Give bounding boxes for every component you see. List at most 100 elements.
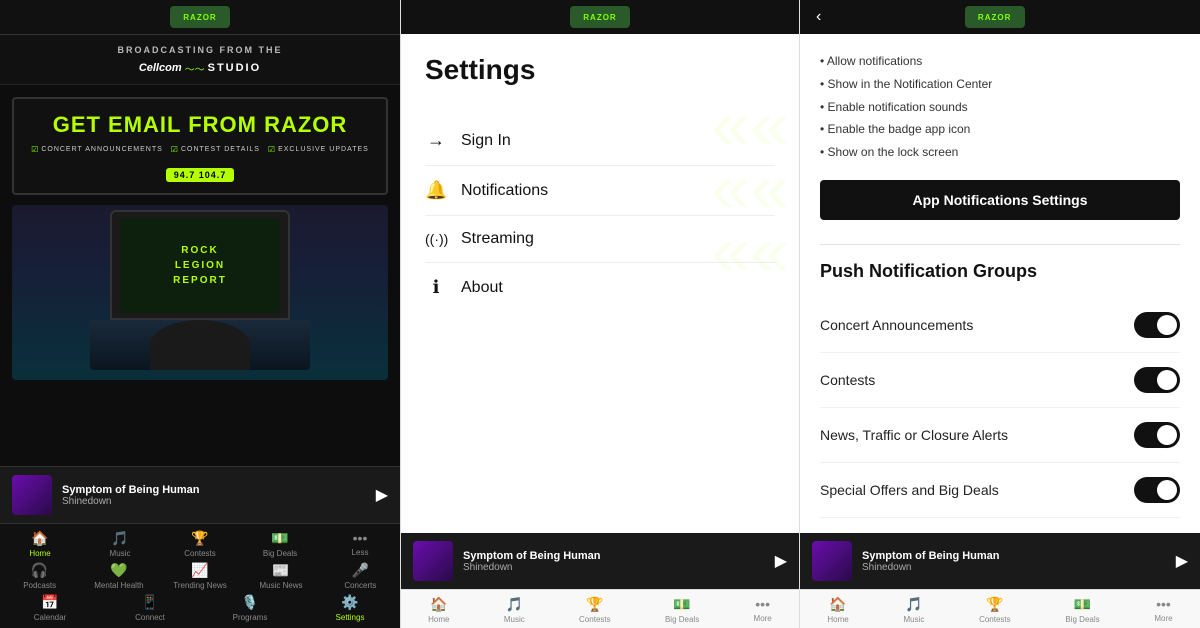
- concerts-label: Concerts: [344, 581, 376, 590]
- push-contests-toggle[interactable]: [1134, 367, 1180, 393]
- right-play-button[interactable]: ▶: [1176, 551, 1188, 571]
- settings-icon: ⚙️: [341, 594, 358, 611]
- nav-settings[interactable]: ⚙️ Settings: [325, 594, 375, 622]
- nav-home[interactable]: 🏠 Home: [15, 530, 65, 558]
- nav-contests[interactable]: 🏆 Contests: [175, 530, 225, 558]
- nav-calendar[interactable]: 📅 Calendar: [25, 594, 75, 622]
- nav-big-deals[interactable]: 💵 Big Deals: [255, 530, 305, 558]
- right-nav-big-deals[interactable]: 💵 Big Deals: [1065, 596, 1099, 624]
- app-logo: RAZOR: [170, 6, 230, 28]
- podcasts-icon: 🎧: [31, 562, 48, 579]
- right-content: Allow notifications Show in the Notifica…: [800, 34, 1200, 533]
- album-art-left: [12, 475, 52, 515]
- back-button[interactable]: ‹: [816, 8, 821, 26]
- mid-artist-name: Shinedown: [463, 562, 765, 573]
- push-contests-label: Contests: [820, 372, 875, 388]
- sign-in-label: Sign In: [461, 132, 511, 150]
- push-groups-title: Push Notification Groups: [820, 261, 1180, 282]
- mid-big-deals-label: Big Deals: [665, 615, 699, 624]
- right-now-playing: Symptom of Being Human Shinedown ▶: [800, 533, 1200, 589]
- play-button-left[interactable]: ▶: [376, 485, 388, 505]
- right-music-icon: 🎵: [905, 596, 922, 613]
- mid-home-label: Home: [428, 615, 449, 624]
- programs-label: Programs: [233, 613, 268, 622]
- right-nav-home[interactable]: 🏠 Home: [827, 596, 848, 624]
- check-icon-3: ☑: [268, 145, 276, 154]
- mid-play-button[interactable]: ▶: [775, 551, 787, 571]
- less-label: Less: [352, 548, 369, 557]
- mid-nav-music[interactable]: 🎵 Music: [504, 596, 525, 624]
- nav-concerts[interactable]: 🎤 Concerts: [335, 562, 385, 590]
- push-offers-label: Special Offers and Big Deals: [820, 482, 999, 498]
- mid-nav-big-deals[interactable]: 💵 Big Deals: [665, 596, 699, 624]
- right-track-name: Symptom of Being Human: [862, 550, 1166, 562]
- music-news-icon: 📰: [272, 562, 289, 579]
- laptop-image: ROCK LEGION REPORT: [12, 205, 388, 380]
- about-label: About: [461, 279, 503, 297]
- right-artist-name: Shinedown: [862, 562, 1166, 573]
- nav-row-1: 🏠 Home 🎵 Music 🏆 Contests 💵 Big Deals ••…: [0, 530, 400, 558]
- trending-icon: 📈: [191, 562, 208, 579]
- right-nav-music[interactable]: 🎵 Music: [903, 596, 924, 624]
- nav-podcasts[interactable]: 🎧 Podcasts: [15, 562, 65, 590]
- right-big-deals-label: Big Deals: [1065, 615, 1099, 624]
- settings-sign-in[interactable]: → Sign In: [425, 116, 775, 166]
- push-offers-toggle[interactable]: [1134, 477, 1180, 503]
- settings-menu: → Sign In 🔔 Notifications ((·)) Streamin…: [425, 116, 775, 312]
- right-music-label: Music: [903, 615, 924, 624]
- right-more-icon: •••: [1156, 596, 1171, 612]
- nav-connect[interactable]: 📱 Connect: [125, 594, 175, 622]
- nav-less[interactable]: ••• Less: [335, 530, 385, 558]
- laptop-screen-content: ROCK LEGION REPORT: [173, 243, 227, 288]
- push-concerts-label: Concert Announcements: [820, 317, 973, 333]
- settings-streaming[interactable]: ((·)) Streaming: [425, 216, 775, 263]
- nav-mental-health[interactable]: 💚 Mental Health: [94, 562, 144, 590]
- settings-content: «««««« Settings → Sign In 🔔 Notification…: [401, 34, 799, 533]
- push-group-offers: Special Offers and Big Deals: [820, 463, 1180, 518]
- mid-nav-home[interactable]: 🏠 Home: [428, 596, 449, 624]
- mid-nav-more[interactable]: ••• More: [754, 596, 772, 624]
- broadcasting-banner: BROADCASTING FROM THE Cellcom 〜〜 STUDIO: [0, 35, 400, 85]
- notifications-icon: 🔔: [425, 180, 447, 201]
- studio-label: STUDIO: [208, 62, 262, 74]
- broadcasting-text: BROADCASTING FROM THE: [15, 45, 385, 55]
- push-news-toggle[interactable]: [1134, 422, 1180, 448]
- push-concerts-toggle[interactable]: [1134, 312, 1180, 338]
- right-album-art: [812, 541, 852, 581]
- wave-icon: 〜〜: [185, 61, 205, 76]
- nav-programs[interactable]: 🎙️ Programs: [225, 594, 275, 622]
- mid-bottom-nav: 🏠 Home 🎵 Music 🏆 Contests 💵 Big Deals ••…: [401, 589, 799, 628]
- home-icon: 🏠: [31, 530, 48, 547]
- nav-music-news[interactable]: 📰 Music News: [256, 562, 306, 590]
- cellcom-brand: Cellcom: [139, 62, 182, 74]
- right-nav-contests[interactable]: 🏆 Contests: [979, 596, 1011, 624]
- settings-about[interactable]: ℹ About: [425, 263, 775, 312]
- app-notifications-settings-button[interactable]: App Notifications Settings: [820, 180, 1180, 220]
- promo-subtitle: ☑ CONCERT ANNOUNCEMENTS ☑ CONTEST DETAIL…: [24, 145, 376, 154]
- mid-music-label: Music: [504, 615, 525, 624]
- promo-box: GET EMAIL FROM RAZOR ☑ CONCERT ANNOUNCEM…: [12, 97, 388, 195]
- mid-app-logo: RAZOR: [570, 6, 630, 28]
- right-nav-more[interactable]: ••• More: [1154, 596, 1172, 624]
- big-deals-label: Big Deals: [263, 549, 297, 558]
- big-deals-icon: 💵: [271, 530, 288, 547]
- programs-icon: 🎙️: [241, 594, 258, 611]
- music-icon: 🎵: [111, 530, 128, 547]
- settings-notifications[interactable]: 🔔 Notifications: [425, 166, 775, 216]
- nav-row-3: 📅 Calendar 📱 Connect 🎙️ Programs ⚙️ Sett…: [0, 594, 400, 622]
- nav-music[interactable]: 🎵 Music: [95, 530, 145, 558]
- mid-album-art: [413, 541, 453, 581]
- connect-label: Connect: [135, 613, 165, 622]
- mid-app-logo-text: RAZOR: [583, 13, 616, 22]
- promo-area: GET EMAIL FROM RAZOR ☑ CONCERT ANNOUNCEM…: [0, 85, 400, 466]
- music-news-label: Music News: [259, 581, 302, 590]
- sign-in-icon: →: [425, 130, 447, 151]
- calendar-label: Calendar: [34, 613, 66, 622]
- check-icon-2: ☑: [171, 145, 179, 154]
- mid-more-icon: •••: [755, 596, 770, 612]
- right-more-label: More: [1154, 614, 1172, 623]
- station-badge: 94.7 104.7: [166, 168, 235, 182]
- mid-nav-contests[interactable]: 🏆 Contests: [579, 596, 611, 624]
- promo-title: GET EMAIL FROM RAZOR: [24, 113, 376, 137]
- nav-trending[interactable]: 📈 Trending News: [173, 562, 227, 590]
